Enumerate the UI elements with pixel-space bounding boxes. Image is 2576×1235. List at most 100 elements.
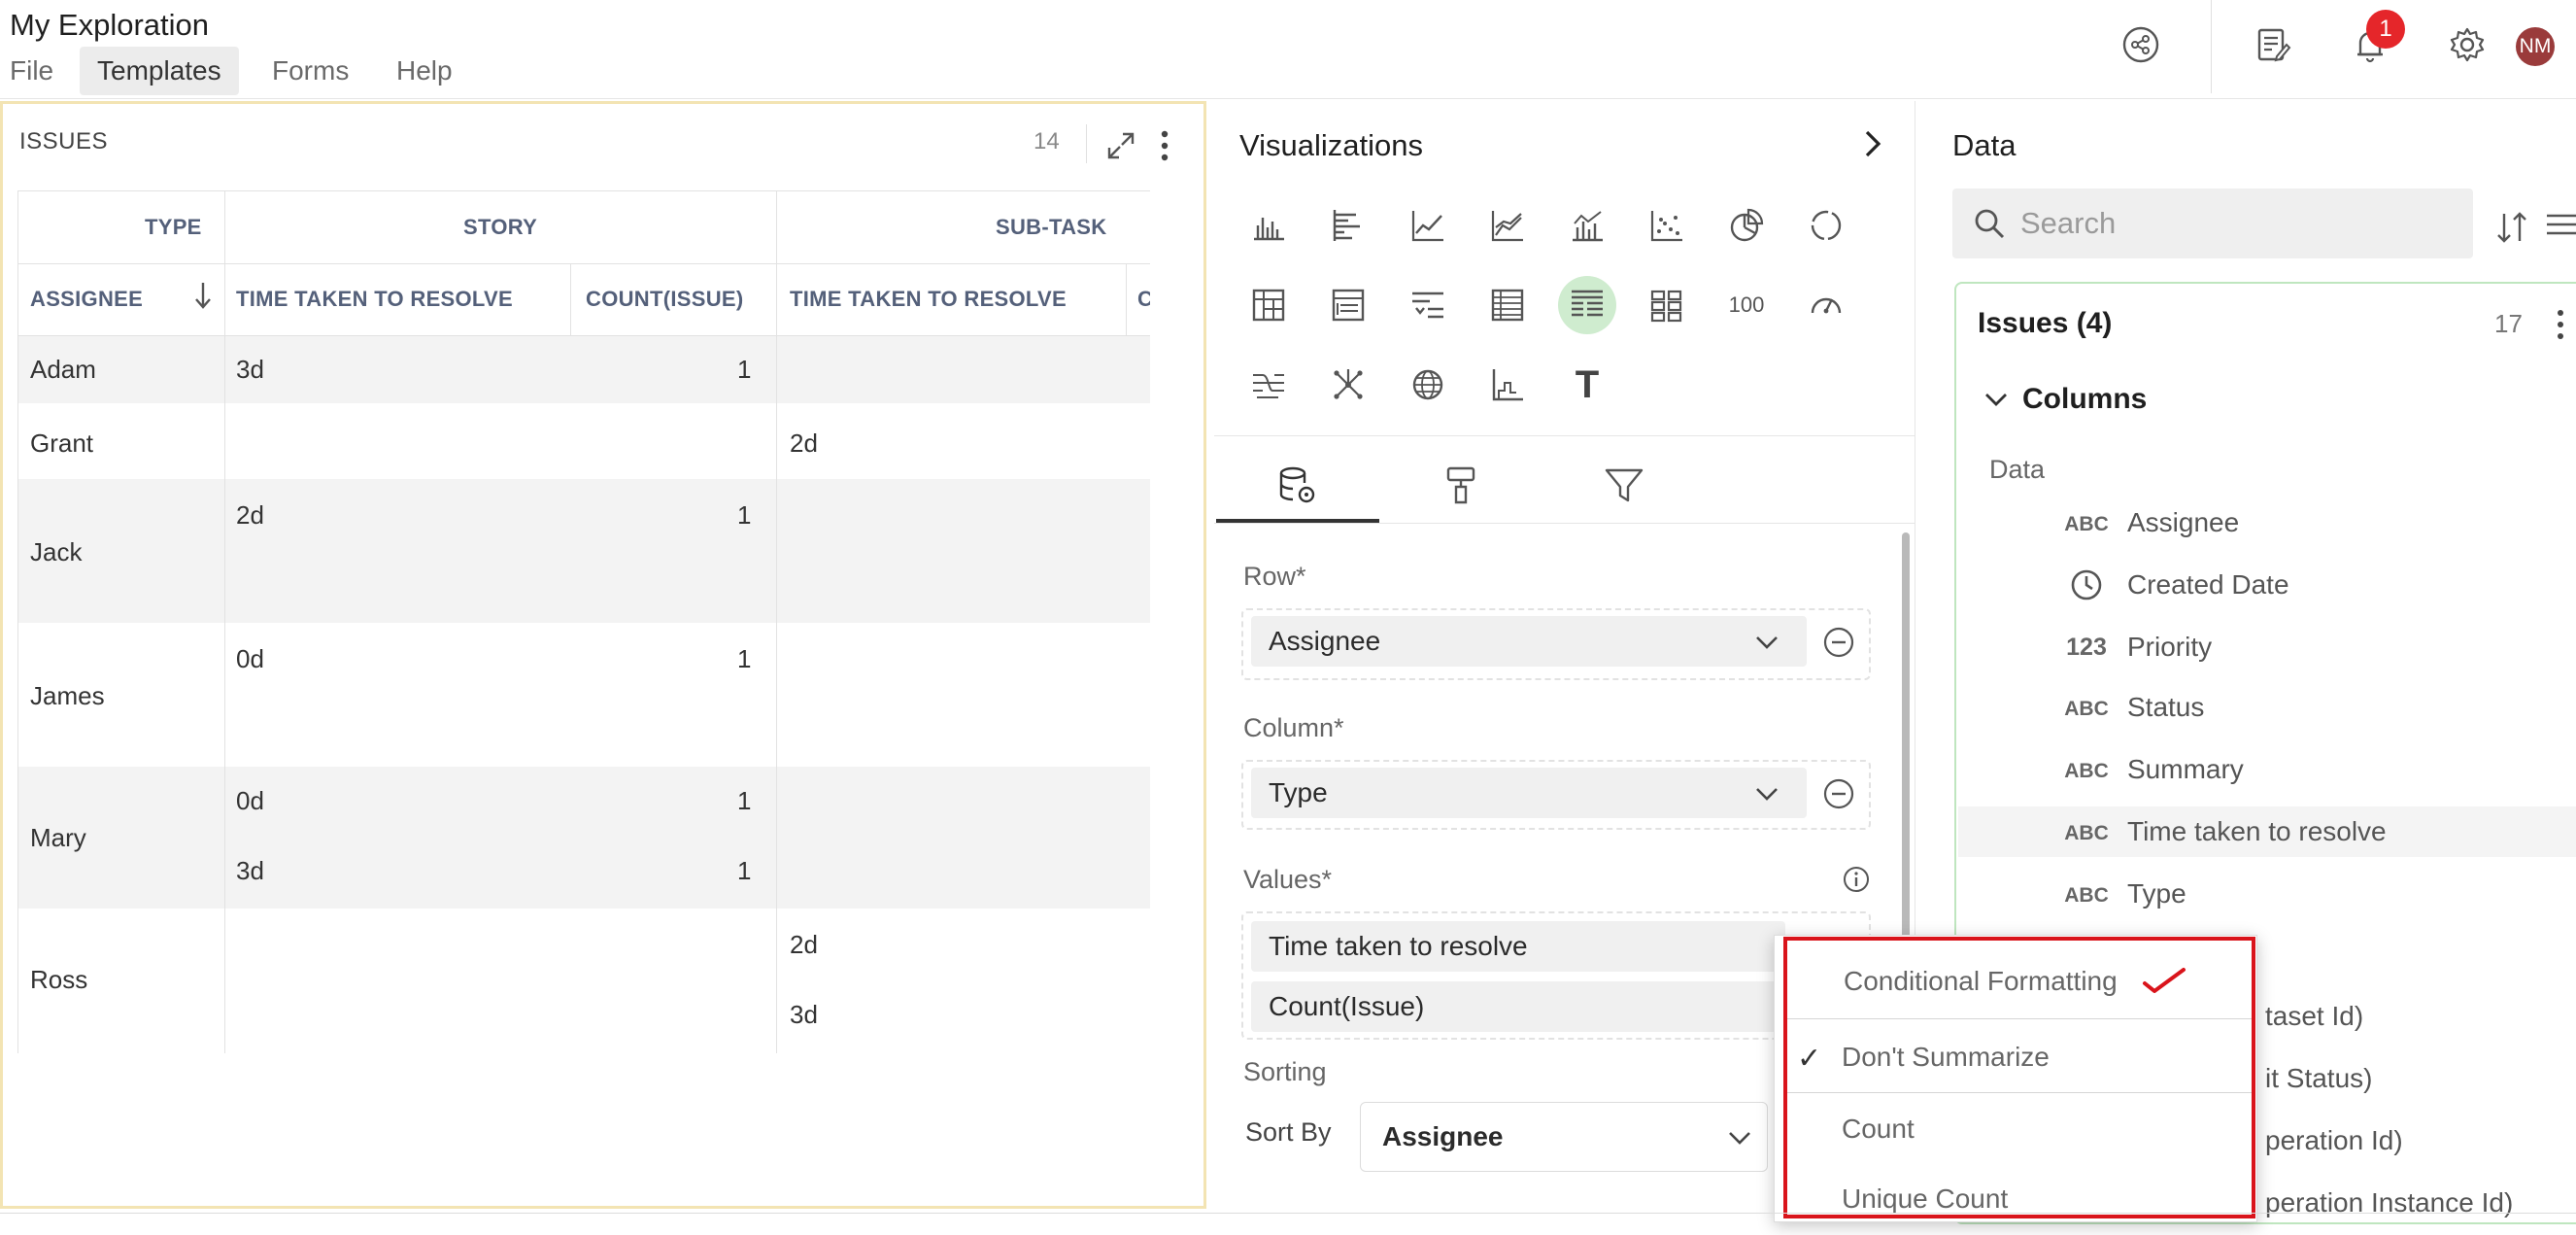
data-config-tab[interactable]: [1216, 449, 1379, 523]
share-icon[interactable]: [2114, 17, 2168, 72]
column-item-partial[interactable]: peration Instance Id): [2265, 1187, 2513, 1218]
widget-title: ISSUES: [19, 128, 109, 154]
text-type-icon: ABC: [2064, 884, 2109, 907]
gauge-icon[interactable]: [1797, 276, 1855, 334]
info-icon[interactable]: [1842, 865, 1871, 894]
row-band: [18, 335, 1150, 403]
search-box[interactable]: [1952, 189, 2473, 258]
values-label: Values*: [1243, 865, 1333, 894]
chevron-down-icon[interactable]: [1725, 1123, 1754, 1152]
chevron-down-icon[interactable]: [1982, 385, 2011, 414]
more-options-icon[interactable]: [1152, 126, 1177, 165]
column-label: Column*: [1243, 713, 1344, 742]
column-item-summary[interactable]: Summary: [2127, 754, 2244, 785]
column-item-partial[interactable]: peration Id): [2265, 1125, 2403, 1156]
column-item-created-date[interactable]: Created Date: [2127, 569, 2289, 600]
histogram-icon[interactable]: [1478, 356, 1537, 414]
line-chart-icon[interactable]: [1399, 196, 1457, 255]
menu-help[interactable]: Help: [379, 47, 470, 95]
dataset-column-count: 17: [2494, 309, 2523, 338]
row-story-count: 1: [737, 856, 752, 885]
menu-file[interactable]: File: [0, 47, 71, 95]
row-assignee: Ross: [30, 965, 88, 994]
column-item-partial[interactable]: it Status): [2265, 1063, 2372, 1094]
panel-title: Visualizations: [1239, 128, 1423, 162]
column-header-assignee[interactable]: ASSIGNEE: [30, 287, 143, 312]
column-item-partial[interactable]: taset Id): [2265, 1001, 2363, 1032]
columns-section-title[interactable]: Columns: [2022, 383, 2147, 416]
bar-chart-icon[interactable]: [1239, 196, 1298, 255]
row-story-time: 0d: [236, 644, 264, 673]
list-view-icon[interactable]: [2543, 208, 2576, 241]
expand-icon[interactable]: [1102, 126, 1140, 165]
format-tab[interactable]: [1379, 449, 1542, 523]
footer-divider: [0, 1213, 2576, 1214]
user-avatar[interactable]: NM: [2516, 27, 2555, 66]
row-field-select[interactable]: Assignee: [1251, 616, 1807, 667]
pie-chart-icon[interactable]: [1717, 196, 1776, 255]
row-band: [18, 767, 1150, 909]
column-field-select[interactable]: Type: [1251, 768, 1807, 818]
text-icon[interactable]: T: [1558, 356, 1616, 414]
edit-notes-icon[interactable]: [2246, 17, 2300, 72]
row-story-count: 1: [737, 500, 752, 530]
more-options-icon[interactable]: [2549, 305, 2572, 344]
row-assignee: James: [30, 681, 105, 710]
chevron-down-icon[interactable]: [1752, 628, 1781, 657]
search-input[interactable]: [2020, 189, 2448, 258]
text-type-icon: ABC: [2064, 760, 2109, 782]
value-field-time-taken[interactable]: Time taken to resolve: [1251, 921, 1785, 972]
row-label: Row*: [1243, 562, 1306, 591]
menu-templates[interactable]: Templates: [80, 47, 239, 95]
row-story-time: 3d: [236, 355, 264, 384]
chevron-right-icon[interactable]: [1855, 126, 1890, 161]
grid-line: [1126, 263, 1127, 335]
donut-chart-icon[interactable]: [1797, 196, 1855, 255]
network-icon[interactable]: [1319, 356, 1377, 414]
row-assignee: Jack: [30, 537, 83, 566]
sankey-icon[interactable]: [1239, 356, 1298, 414]
number-icon[interactable]: 100: [1717, 276, 1776, 334]
column-item-priority[interactable]: Priority: [2127, 632, 2212, 663]
horizontal-bar-chart-icon[interactable]: [1319, 196, 1377, 255]
area-chart-icon[interactable]: [1478, 196, 1537, 255]
number-type-icon: 123: [2066, 634, 2107, 661]
filter-tab[interactable]: [1542, 449, 1706, 523]
column-item-type[interactable]: Type: [2127, 878, 2186, 909]
grouped-list-icon[interactable]: [1399, 276, 1457, 334]
gear-icon[interactable]: [2440, 17, 2494, 72]
app-title: My Exploration: [10, 8, 210, 42]
sort-icon[interactable]: [2492, 208, 2531, 247]
chevron-down-icon[interactable]: [1752, 779, 1781, 808]
row-assignee: Mary: [30, 823, 86, 852]
row-assignee: Adam: [30, 355, 96, 384]
sorting-label: Sorting: [1243, 1057, 1327, 1086]
widget-row-count: 14: [1034, 128, 1060, 154]
sort-by-select[interactable]: Assignee: [1360, 1102, 1768, 1172]
value-field-count[interactable]: Count(Issue): [1251, 981, 1785, 1032]
row-subtask-time: 2d: [790, 429, 818, 458]
clock-icon: [2061, 567, 2112, 608]
sort-arrow-down-icon[interactable]: [191, 279, 215, 319]
row-story-time: 2d: [236, 500, 264, 530]
pivot-table-icon[interactable]: [1558, 276, 1616, 334]
row-story-time: 0d: [236, 786, 264, 815]
tiles-icon[interactable]: [1638, 276, 1696, 334]
table-icon[interactable]: [1478, 276, 1537, 334]
remove-circle-icon[interactable]: [1822, 626, 1855, 659]
menu-forms[interactable]: Forms: [254, 47, 366, 95]
column-item-time-taken[interactable]: Time taken to resolve: [2127, 816, 2387, 847]
grid-line: [776, 191, 777, 1053]
row-band: [18, 479, 1150, 623]
text-type-icon: ABC: [2064, 513, 2109, 535]
table-list-icon[interactable]: [1319, 276, 1377, 334]
dataset-title[interactable]: Issues (4): [1978, 307, 2112, 340]
column-item-status[interactable]: Status: [2127, 692, 2204, 723]
pivot-table-icon[interactable]: [1239, 276, 1298, 334]
remove-circle-icon[interactable]: [1822, 777, 1855, 810]
scatter-plot-icon[interactable]: [1638, 196, 1696, 255]
column-header-story: STORY: [463, 215, 538, 239]
globe-map-icon[interactable]: [1399, 356, 1457, 414]
column-item-assignee[interactable]: Assignee: [2127, 507, 2239, 538]
combo-chart-icon[interactable]: [1558, 196, 1616, 255]
